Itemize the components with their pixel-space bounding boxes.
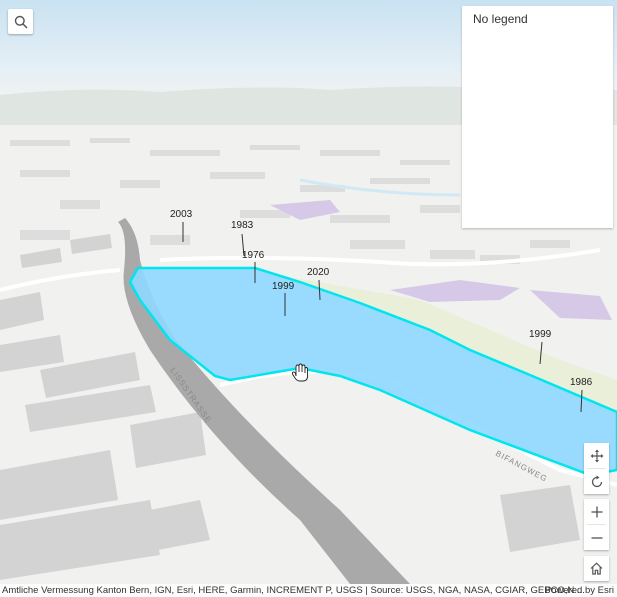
rotate-icon (591, 475, 602, 487)
pan-icon (590, 449, 603, 462)
zoom-in-button[interactable] (584, 499, 609, 524)
rotate-button[interactable] (584, 469, 609, 494)
svg-text:2003: 2003 (170, 209, 193, 220)
search-button[interactable] (8, 9, 33, 34)
zoom-out-button[interactable] (584, 525, 609, 550)
svg-text:1976: 1976 (242, 250, 265, 261)
zoom-control (584, 499, 609, 550)
svg-text:1999: 1999 (529, 329, 552, 340)
powered-by-esri-link[interactable]: Powered by Esri (545, 584, 614, 597)
svg-text:1999: 1999 (272, 281, 295, 292)
legend-panel: No legend (462, 6, 613, 228)
attribution-text: Amtliche Vermessung Kanton Bern, IGN, Es… (2, 585, 585, 596)
attribution-bar[interactable]: Amtliche Vermessung Kanton Bern, IGN, Es… (0, 584, 617, 597)
search-icon (14, 15, 28, 29)
svg-text:1986: 1986 (570, 377, 593, 388)
svg-text:2020: 2020 (307, 267, 330, 278)
navigation-toggle (584, 443, 609, 494)
svg-text:1983: 1983 (231, 220, 254, 231)
zoom-out-icon (591, 536, 602, 539)
home-control (584, 556, 609, 581)
zoom-in-icon (591, 506, 602, 517)
pan-button[interactable] (584, 443, 609, 468)
home-icon (590, 562, 603, 575)
legend-empty-text: No legend (473, 12, 528, 26)
home-button[interactable] (584, 556, 609, 581)
